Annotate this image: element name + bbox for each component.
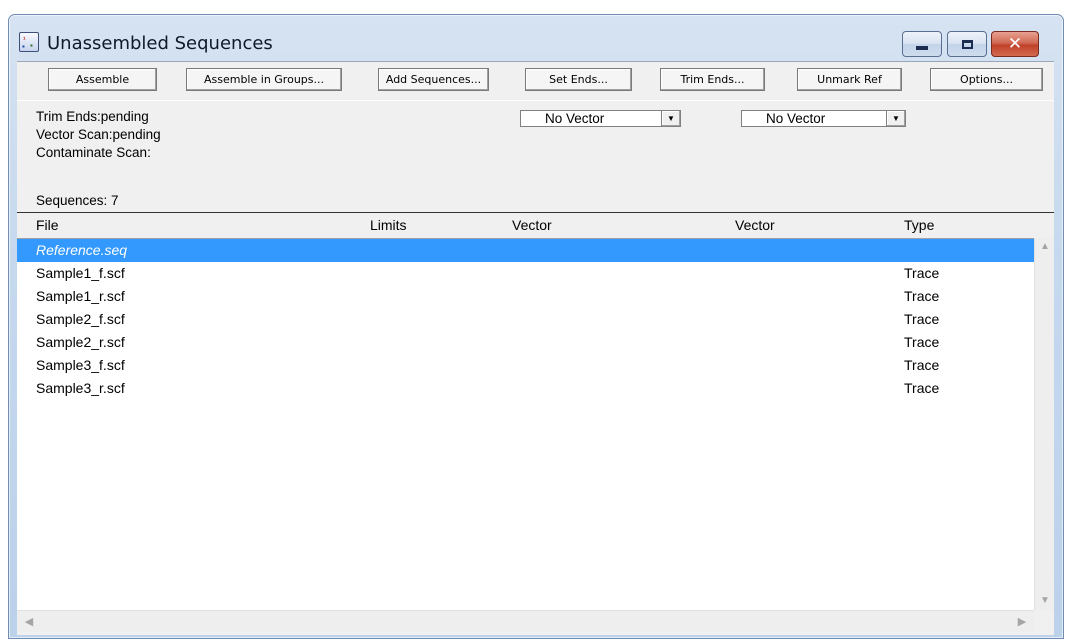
status-panel: Trim Ends:pending Vector Scan:pending Co… xyxy=(17,100,1054,212)
close-icon: ✕ xyxy=(1007,34,1023,54)
file-type: Trace xyxy=(904,288,940,304)
app-icon[interactable]: ¹ ▪ ▪ xyxy=(19,32,39,52)
list-item[interactable]: Reference.seq xyxy=(17,239,1034,262)
trim-ends-button[interactable]: Trim Ends... xyxy=(660,68,765,91)
add-sequences-button[interactable]: Add Sequences... xyxy=(378,68,489,91)
file-type: Trace xyxy=(904,265,940,281)
file-type: Trace xyxy=(904,357,940,373)
minimize-button[interactable] xyxy=(902,31,942,57)
unmark-ref-button[interactable]: Unmark Ref xyxy=(797,68,902,91)
list-item[interactable]: Sample2_f.scf Trace xyxy=(17,308,1034,331)
options-button[interactable]: Options... xyxy=(930,68,1043,91)
unassembled-sequences-window: ¹ ▪ ▪ Unassembled Sequences ✕ Assemble Ass… xyxy=(8,14,1064,639)
list-item[interactable]: Sample2_r.scf Trace xyxy=(17,331,1034,354)
file-type: Trace xyxy=(904,334,940,350)
close-button[interactable]: ✕ xyxy=(991,31,1039,57)
chevron-down-icon[interactable]: ▼ xyxy=(886,110,906,127)
file-name: Sample2_r.scf xyxy=(36,334,125,350)
column-type[interactable]: Type xyxy=(904,217,934,233)
assemble-button[interactable]: Assemble xyxy=(48,68,157,91)
chevron-down-icon[interactable]: ▼ xyxy=(661,110,681,127)
scroll-up-icon[interactable]: ▲ xyxy=(1035,238,1055,256)
vector-select-1-value: No Vector xyxy=(545,111,605,126)
title-bar[interactable]: ¹ ▪ ▪ Unassembled Sequences ✕ xyxy=(9,15,1063,61)
window-title: Unassembled Sequences xyxy=(47,33,273,54)
sequences-count: Sequences: 7 xyxy=(36,193,119,208)
minimize-icon xyxy=(916,46,928,50)
file-name: Sample1_r.scf xyxy=(36,288,125,304)
sequence-list: Reference.seq Sample1_f.scf Trace Sample… xyxy=(17,238,1034,610)
scroll-down-icon[interactable]: ▼ xyxy=(1035,592,1055,610)
file-name: Sample3_f.scf xyxy=(36,357,125,373)
assemble-in-groups-button[interactable]: Assemble in Groups... xyxy=(186,68,342,91)
file-name: Sample1_f.scf xyxy=(36,265,125,281)
vector-scan-status: Vector Scan:pending xyxy=(36,127,161,142)
desktop-strip xyxy=(0,0,1070,14)
scroll-right-icon[interactable]: ▶ xyxy=(1012,611,1032,633)
vector-select-2[interactable]: No Vector ▼ xyxy=(741,110,906,127)
file-name: Reference.seq xyxy=(36,242,128,258)
file-name: Sample3_r.scf xyxy=(36,380,125,396)
column-header: File Limits Vector Vector Type xyxy=(17,212,1054,236)
maximize-icon xyxy=(961,39,973,49)
column-file[interactable]: File xyxy=(36,217,59,233)
column-limits[interactable]: Limits xyxy=(370,217,407,233)
list-item[interactable]: Sample1_f.scf Trace xyxy=(17,262,1034,285)
column-vector-1[interactable]: Vector xyxy=(512,217,552,233)
vertical-scrollbar[interactable]: ▲ ▼ xyxy=(1034,238,1054,610)
trim-ends-status: Trim Ends:pending xyxy=(36,109,149,124)
maximize-button[interactable] xyxy=(947,31,987,57)
contaminate-scan-status: Contaminate Scan: xyxy=(36,145,151,160)
file-name: Sample2_f.scf xyxy=(36,311,125,327)
horizontal-scrollbar[interactable]: ◀ ▶ xyxy=(17,610,1034,632)
set-ends-button[interactable]: Set Ends... xyxy=(525,68,632,91)
toolbar: Assemble Assemble in Groups... Add Seque… xyxy=(17,62,1054,98)
client-area: Assemble Assemble in Groups... Add Seque… xyxy=(17,61,1054,635)
column-vector-2[interactable]: Vector xyxy=(735,217,775,233)
list-item[interactable]: Sample1_r.scf Trace xyxy=(17,285,1034,308)
vector-select-1[interactable]: No Vector ▼ xyxy=(520,110,681,127)
list-item[interactable]: Sample3_r.scf Trace xyxy=(17,377,1034,400)
vector-select-2-value: No Vector xyxy=(766,111,826,126)
scroll-left-icon[interactable]: ◀ xyxy=(19,611,39,633)
list-item[interactable]: Sample3_f.scf Trace xyxy=(17,354,1034,377)
file-type: Trace xyxy=(904,380,940,396)
file-type: Trace xyxy=(904,311,940,327)
size-grip[interactable] xyxy=(1034,610,1054,632)
